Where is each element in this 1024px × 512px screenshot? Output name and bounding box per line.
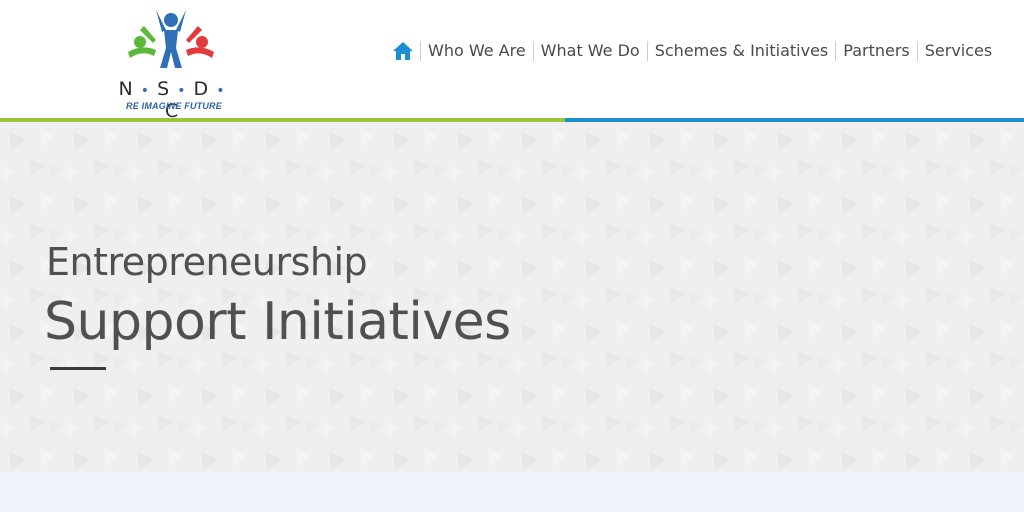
nav-schemes-initiatives[interactable]: Schemes & Initiatives [646, 41, 836, 61]
content-band [0, 472, 1024, 512]
home-icon[interactable] [392, 41, 414, 61]
main-nav: Who We Are What We Do Schemes & Initiati… [392, 36, 992, 66]
nav-who-we-are[interactable]: Who We Are [420, 41, 533, 61]
hero-title-underline [50, 367, 106, 370]
nav-partners[interactable]: Partners [835, 41, 916, 61]
hero-title-line-1: Entrepreneurship [46, 240, 368, 284]
nsdc-logo[interactable]: N • S • D • C RE IMAGINE FUTURE [112, 6, 230, 122]
site-header: N • S • D • C RE IMAGINE FUTURE Who We A… [0, 0, 1024, 122]
nsdc-emblem-icon [128, 10, 214, 68]
nav-what-we-do[interactable]: What We Do [532, 41, 647, 61]
logo-wordmark: N • S • D • C [118, 78, 226, 122]
hero-banner: Entrepreneurship Support Initiatives [0, 122, 1024, 472]
hero-title-line-2: Support Initiatives [44, 292, 511, 352]
nav-services[interactable]: Services [916, 41, 992, 61]
logo-tagline: RE IMAGINE FUTURE [126, 101, 222, 111]
